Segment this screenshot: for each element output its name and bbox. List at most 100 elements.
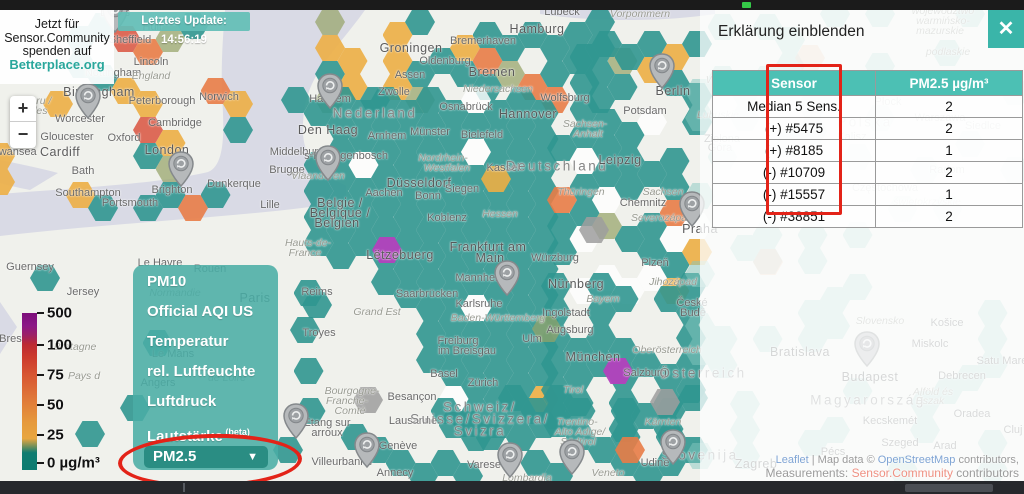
table-row: (-) #155571 xyxy=(713,184,1023,206)
selected-layer-button[interactable]: PM2.5 ▼ xyxy=(144,446,268,468)
table-row: (-) #388512 xyxy=(713,206,1023,228)
attribution-link[interactable]: OpenStreetMap xyxy=(878,454,956,466)
attribution-text: Measurements: xyxy=(766,466,852,480)
map-attribution-line: Leaflet | Map data © OpenStreetMap contr… xyxy=(766,455,1019,466)
map-label: Bremerhaven xyxy=(450,35,516,47)
layer-option-official-aqi-us[interactable]: Official AQI US xyxy=(147,297,278,327)
measurements-attribution-line: Measurements: Sensor.Community contribut… xyxy=(766,467,1019,479)
table-row: (+) #81851 xyxy=(713,140,1023,162)
donate-text-line: spenden auf xyxy=(0,45,114,58)
map-label: Hessen xyxy=(482,208,518,220)
attribution: Leaflet | Map data © OpenStreetMap contr… xyxy=(766,455,1019,479)
layer-option-pm10[interactable]: PM10 xyxy=(147,267,278,297)
map-label: Chemnitz xyxy=(620,197,666,209)
map-label: Osnabrück xyxy=(439,101,492,113)
map-label: Augsburg xyxy=(546,324,593,336)
cluster-pin[interactable] xyxy=(559,439,585,480)
cluster-pin[interactable] xyxy=(354,432,380,473)
map-label: Basel xyxy=(430,368,458,380)
table-cell: 1 xyxy=(876,140,1023,162)
map-label: Koblenz xyxy=(427,212,467,224)
chevron-down-icon: ▼ xyxy=(247,446,258,468)
attribution-text: | Map data © xyxy=(809,454,878,466)
layer-option-luftdruck[interactable]: Luftdruck xyxy=(147,387,278,417)
beta-tag: (beta) xyxy=(223,427,250,437)
table-row: Median 5 Sens.2 xyxy=(713,96,1023,118)
zoom-in-button[interactable]: + xyxy=(10,96,36,122)
map-label: Oberösterreich xyxy=(632,344,701,356)
map-label: Belgien xyxy=(314,216,359,230)
cluster-pin[interactable] xyxy=(317,73,343,114)
map-label: Bielefeld xyxy=(461,129,503,141)
map-label: Genève xyxy=(379,440,418,452)
table-cell: (+) #8185 xyxy=(713,140,876,162)
map-label: England xyxy=(132,70,171,82)
table-cell: 2 xyxy=(876,206,1023,228)
table-cell: 2 xyxy=(876,162,1023,184)
layer-option-rel-luftfeuchte[interactable]: rel. Luftfeuchte xyxy=(147,357,278,387)
last-update-badge: Letztes Update: 14:56:19 xyxy=(118,12,250,31)
bottom-bar-tick xyxy=(183,483,185,492)
status-indicator-dot xyxy=(742,2,751,8)
map-label: Westfalen xyxy=(424,162,471,174)
map-label: Vorpommern xyxy=(610,10,670,20)
map-label: Brest xyxy=(0,333,25,345)
zoom-out-button[interactable]: − xyxy=(10,122,36,148)
cluster-pin[interactable] xyxy=(75,83,101,124)
map-label: Plzeň xyxy=(641,257,669,269)
cluster-pin[interactable] xyxy=(497,442,523,481)
betterplace-link[interactable]: Betterplace.org xyxy=(0,59,114,72)
donate-text: Jetzt fürSensor.Communityspenden auf xyxy=(0,18,114,58)
cluster-pin[interactable] xyxy=(494,260,520,301)
map-label: Niedersachsen xyxy=(463,83,533,95)
map-label: Troyes xyxy=(302,327,335,339)
donate-box: Jetzt fürSensor.Communityspenden auf Bet… xyxy=(0,10,114,84)
map-label: Comté xyxy=(335,405,366,417)
explanation-panel-title[interactable]: Erklärung einblenden xyxy=(718,23,865,41)
map-label: Portsmouth xyxy=(102,197,158,209)
layer-option-temperatur[interactable]: Temperatur xyxy=(147,327,278,357)
map-label: Siegen xyxy=(445,183,479,195)
map-label: Würzburg xyxy=(531,252,579,264)
map-label: Lübeck xyxy=(544,10,579,18)
close-icon[interactable]: ✕ xyxy=(988,10,1024,48)
explanation-panel: Erklärung einblenden ✕ SensorPM2.5 µg/m³… xyxy=(700,10,1024,481)
map-label: Besançon xyxy=(388,391,437,403)
attribution-link[interactable]: Leaflet xyxy=(776,454,809,466)
map-label: arroux xyxy=(311,427,342,439)
map-label: Anhalt xyxy=(573,128,603,140)
cluster-pin[interactable] xyxy=(315,145,341,186)
cluster-pin[interactable] xyxy=(283,403,309,444)
bottom-chrome-bar xyxy=(0,481,1024,494)
donate-text-line: Jetzt für xyxy=(0,18,114,31)
map-label: Münster xyxy=(410,126,450,138)
table-cell: (-) #15557 xyxy=(713,184,876,206)
map-label: Lëtzebuerg xyxy=(366,248,434,262)
cluster-pin[interactable] xyxy=(649,53,675,94)
map-label: Den Haag xyxy=(298,123,358,137)
map-label: Zürich xyxy=(468,377,499,389)
map-label: Oldenburg xyxy=(419,55,470,67)
table-cell: (-) #10709 xyxy=(713,162,876,184)
map-label: Aachen xyxy=(365,187,402,199)
map-label: Dunkerque xyxy=(207,178,261,190)
cluster-pin[interactable] xyxy=(660,429,686,470)
map-label: Lille xyxy=(260,199,280,211)
attribution-link[interactable]: Sensor.Community xyxy=(852,466,953,480)
map-label: Kärnten xyxy=(645,416,682,428)
map-label: Potsdam xyxy=(623,105,666,117)
map-label: Nederland xyxy=(333,106,418,121)
bottom-bar-segment xyxy=(905,484,993,492)
table-cell: 1 xyxy=(876,184,1023,206)
layer-option-lautst-rke[interactable]: Lautstärke (beta) xyxy=(147,417,278,447)
map-label: Reims xyxy=(301,286,332,298)
attribution-text: contributors xyxy=(953,466,1019,480)
map-label: München xyxy=(566,350,621,364)
map-label: Tirol xyxy=(563,384,583,396)
cluster-pin[interactable] xyxy=(168,151,194,192)
map-label: Deutschland xyxy=(506,159,609,174)
map-label: Bremen xyxy=(469,65,516,79)
map-label: Cambridge xyxy=(148,117,202,129)
table-cell: 2 xyxy=(876,118,1023,140)
map-label: Nürnberg xyxy=(548,277,604,291)
